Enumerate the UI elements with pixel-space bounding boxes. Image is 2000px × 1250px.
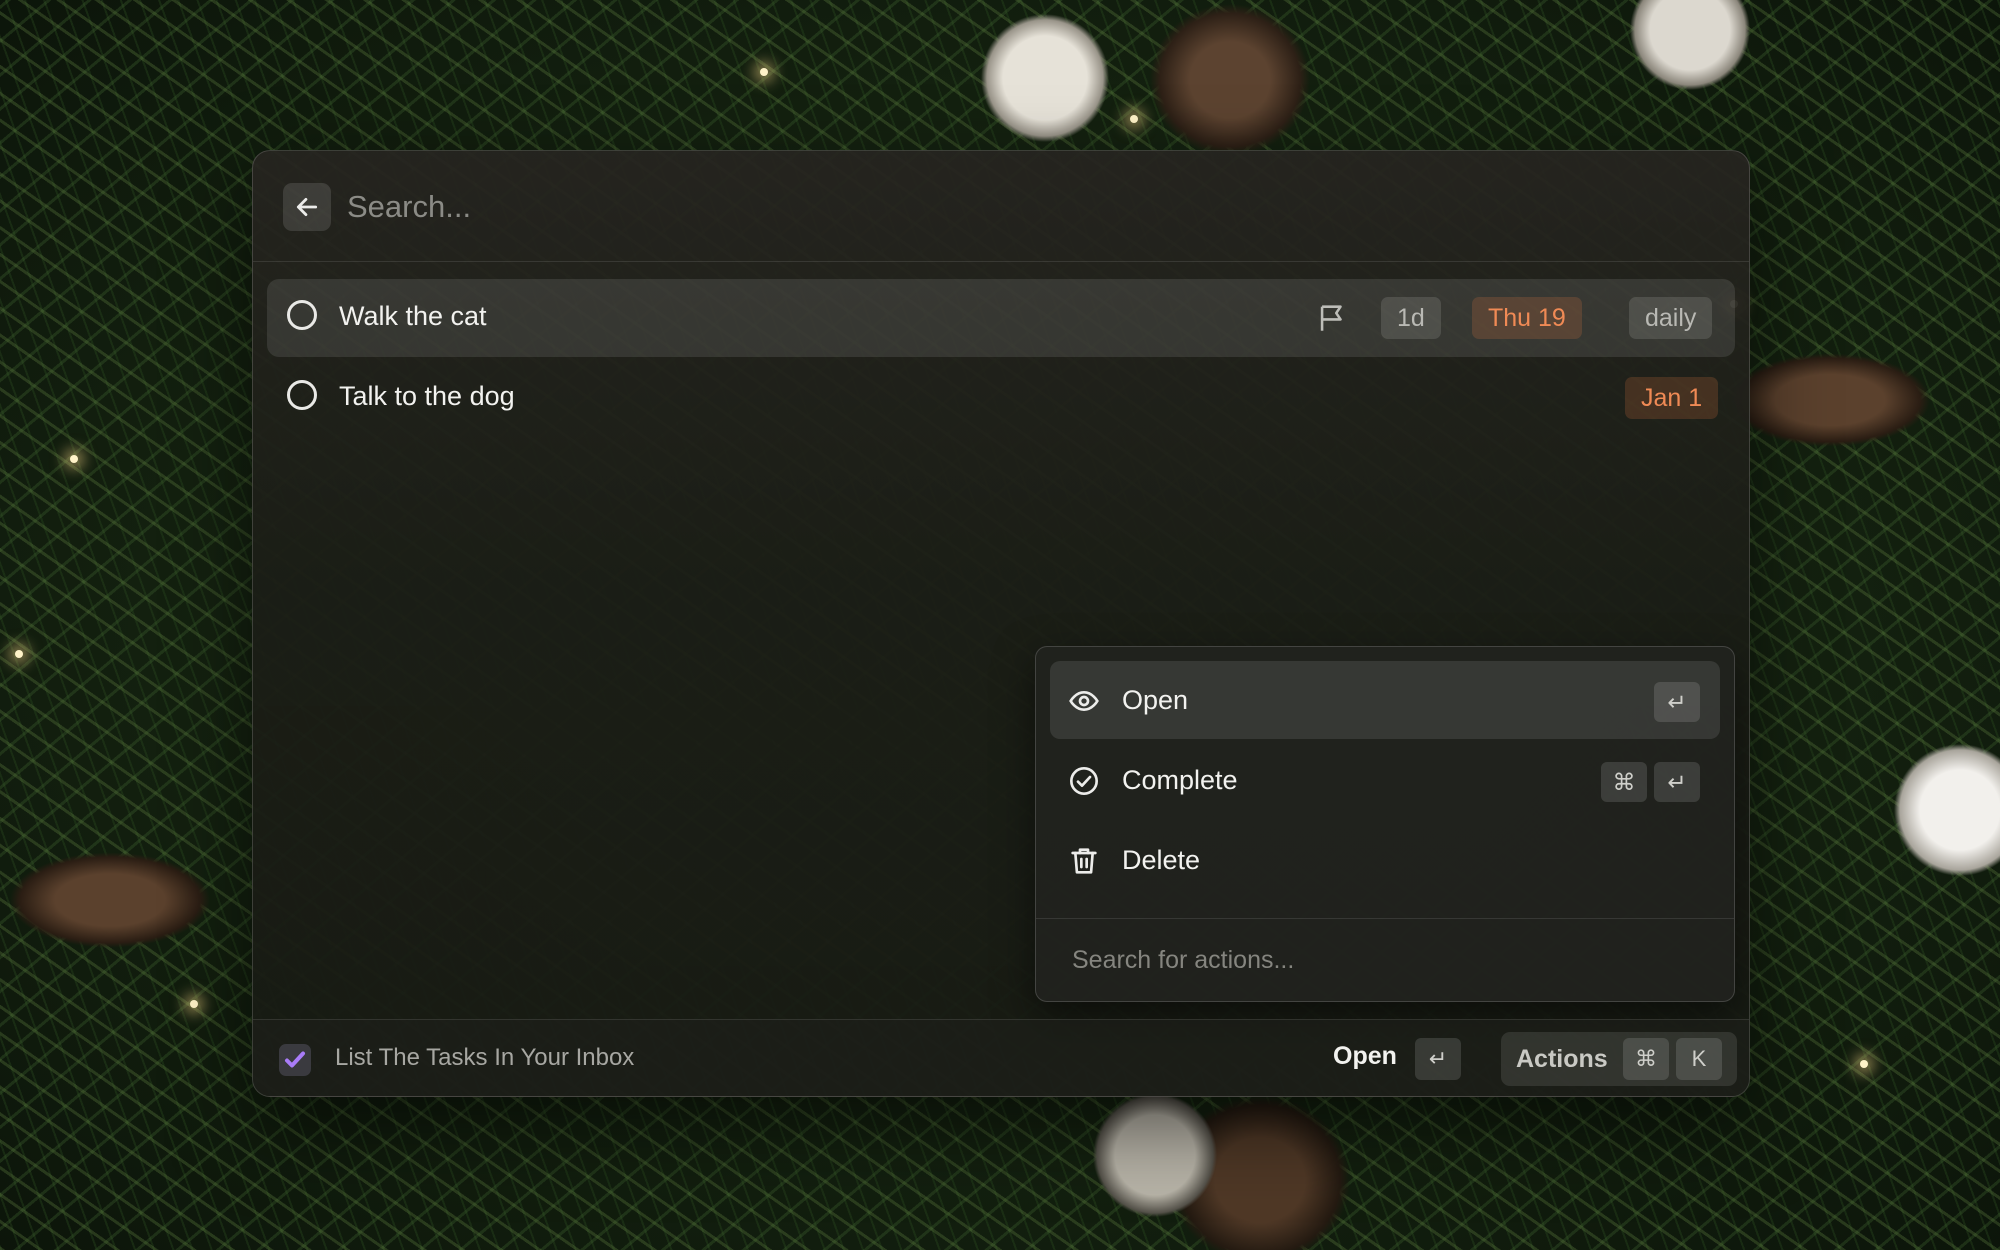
primary-action-button[interactable]: Open [1333,1042,1397,1071]
enter-key-icon: ↵ [1654,762,1700,802]
enter-key-icon: ↵ [1415,1038,1461,1080]
launcher-window: Walk the cat 1d Thu 19 daily Talk to the… [252,150,1750,1097]
checkmark-icon [285,1051,305,1068]
actions-search-input[interactable] [1070,939,1694,981]
footer-bar: List The Tasks In Your Inbox Open ↵ Acti… [253,1019,1749,1096]
back-button[interactable] [283,183,331,231]
command-title: List The Tasks In Your Inbox [335,1044,635,1071]
check-circle-icon [1070,767,1098,795]
command-key-icon: ⌘ [1601,762,1647,802]
actions-label: Actions [1516,1045,1608,1073]
search-bar [253,151,1749,262]
action-open[interactable]: Open ↵ [1050,661,1720,739]
app-icon [279,1044,311,1076]
command-key-icon: ⌘ [1623,1038,1669,1080]
k-key-icon: K [1676,1038,1722,1080]
task-checkbox[interactable] [287,380,317,410]
arrow-left-icon [296,198,318,216]
divider [1036,918,1734,919]
action-label: Delete [1122,845,1201,875]
flag-icon [1320,305,1342,331]
trash-icon [1071,848,1097,874]
actions-panel: Open ↵ Complete ⌘ ↵ Delete [1035,646,1735,1002]
task-row[interactable]: Talk to the dog Jan 1 [267,359,1735,437]
search-input[interactable] [345,179,1699,235]
due-date-badge: Thu 19 [1472,297,1582,339]
estimate-badge: 1d [1381,297,1441,339]
enter-key-icon: ↵ [1654,682,1700,722]
action-complete[interactable]: Complete ⌘ ↵ [1050,741,1720,819]
eye-icon [1069,690,1099,712]
action-label: Complete [1122,765,1238,795]
task-checkbox[interactable] [287,300,317,330]
task-title: Talk to the dog [339,381,515,411]
task-title: Walk the cat [339,301,487,331]
action-delete[interactable]: Delete [1050,821,1720,899]
task-row[interactable]: Walk the cat 1d Thu 19 daily [267,279,1735,357]
action-label: Open [1122,685,1189,715]
due-date-badge: Jan 1 [1625,377,1719,419]
actions-button[interactable]: Actions ⌘ K [1501,1032,1737,1086]
recurrence-badge: daily [1629,297,1713,339]
